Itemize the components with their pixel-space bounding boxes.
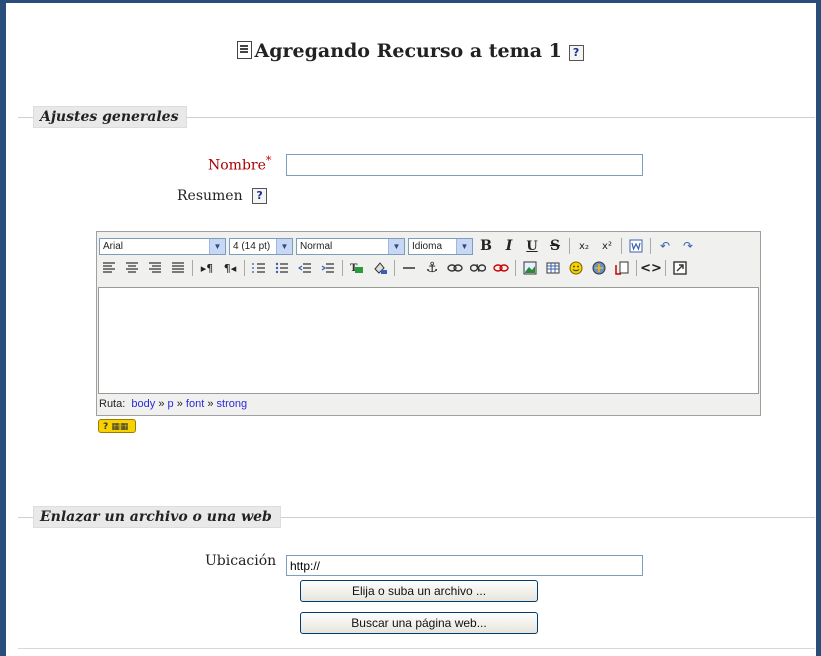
- outdent-icon[interactable]: [295, 258, 315, 278]
- chevron-down-icon: ▼: [209, 238, 225, 254]
- resource-icon: [237, 41, 253, 59]
- font-size-select[interactable]: 4 (14 pt) ▼: [229, 237, 293, 255]
- summary-label: Resumen ?: [177, 188, 268, 204]
- editor-content-area[interactable]: [98, 287, 759, 394]
- window-top-border: [0, 0, 821, 3]
- required-mark: *: [265, 154, 272, 167]
- chevron-down-icon: ▼: [388, 238, 404, 254]
- unlink-icon[interactable]: [468, 258, 488, 278]
- redo-icon[interactable]: ↷: [678, 236, 698, 256]
- align-left-icon[interactable]: [99, 258, 119, 278]
- search-replace-icon[interactable]: [612, 258, 632, 278]
- ordered-list-icon[interactable]: [249, 258, 269, 278]
- toolbar-separator: [394, 260, 395, 276]
- divider: [18, 648, 815, 649]
- bold-button[interactable]: B: [476, 236, 496, 256]
- font-family-select[interactable]: Arial ▼: [99, 237, 226, 255]
- table-icon[interactable]: [543, 258, 563, 278]
- indent-icon[interactable]: [318, 258, 338, 278]
- fullscreen-icon[interactable]: [670, 258, 690, 278]
- justify-icon[interactable]: [168, 258, 188, 278]
- html-source-icon[interactable]: <>: [640, 258, 662, 278]
- align-center-icon[interactable]: [122, 258, 142, 278]
- subscript-button[interactable]: x₂: [574, 236, 594, 256]
- align-right-icon[interactable]: [145, 258, 165, 278]
- editor-toolbar-row-2: ▸¶ ¶◂ T ⚓ <>: [99, 257, 690, 279]
- page-title-text: Agregando Recurso a tema 1: [254, 40, 562, 62]
- text-color-icon[interactable]: T: [347, 258, 367, 278]
- language-select[interactable]: Idioma ▼: [408, 237, 473, 255]
- window-right-border: [816, 0, 821, 656]
- summary-help-icon[interactable]: ?: [252, 188, 268, 204]
- image-icon[interactable]: [520, 258, 540, 278]
- section-legend-link: Enlazar un archivo o una web: [33, 506, 281, 528]
- chevron-down-icon: ▼: [276, 238, 292, 254]
- choose-file-button[interactable]: Elija o suba un archivo ...: [300, 580, 538, 602]
- html-editor: Arial ▼ 4 (14 pt) ▼ Normal ▼ Idioma ▼ B I U …: [96, 231, 761, 416]
- path-separator: »: [207, 398, 214, 410]
- keyboard-help-icon[interactable]: ? ▦▦: [98, 419, 136, 433]
- editor-status-path: Ruta: body » p » font » strong: [99, 398, 247, 410]
- toolbar-separator: [621, 238, 622, 254]
- path-label: Ruta:: [99, 398, 126, 410]
- superscript-button[interactable]: x²: [597, 236, 617, 256]
- underline-button[interactable]: U: [522, 236, 542, 256]
- path-strong-link[interactable]: strong: [217, 398, 248, 410]
- location-label: Ubicación: [205, 553, 277, 569]
- no-link-icon[interactable]: [491, 258, 511, 278]
- italic-button[interactable]: I: [499, 236, 519, 256]
- search-web-button[interactable]: Buscar una página web...: [300, 612, 538, 634]
- toolbar-separator: [192, 260, 193, 276]
- path-separator: »: [158, 398, 165, 410]
- window-left-border: [0, 0, 6, 656]
- name-label: Nombre*: [208, 154, 272, 174]
- strikethrough-button[interactable]: S: [545, 236, 565, 256]
- path-body-link[interactable]: body: [131, 398, 155, 410]
- smiley-icon[interactable]: [566, 258, 586, 278]
- paste-word-icon[interactable]: [626, 236, 646, 256]
- section-legend-general: Ajustes generales: [33, 106, 188, 128]
- anchor-icon[interactable]: ⚓: [422, 258, 442, 278]
- link-icon[interactable]: [445, 258, 465, 278]
- name-input[interactable]: [286, 154, 643, 176]
- location-input[interactable]: [286, 555, 643, 576]
- toolbar-separator: [665, 260, 666, 276]
- unordered-list-icon[interactable]: [272, 258, 292, 278]
- editor-toolbar-row-1: Arial ▼ 4 (14 pt) ▼ Normal ▼ Idioma ▼ B I U …: [99, 235, 698, 257]
- horizontal-rule-icon[interactable]: [399, 258, 419, 278]
- toolbar-separator: [636, 260, 637, 276]
- help-icon[interactable]: ?: [568, 45, 584, 61]
- toolbar-separator: [569, 238, 570, 254]
- moodle-media-icon[interactable]: [589, 258, 609, 278]
- page-title: Agregando Recurso a tema 1 ?: [0, 40, 821, 62]
- format-select[interactable]: Normal ▼: [296, 237, 405, 255]
- toolbar-separator: [650, 238, 651, 254]
- path-font-link[interactable]: font: [186, 398, 204, 410]
- toolbar-separator: [244, 260, 245, 276]
- undo-icon[interactable]: ↶: [655, 236, 675, 256]
- path-p-link[interactable]: p: [168, 398, 174, 410]
- toolbar-separator: [515, 260, 516, 276]
- path-separator: »: [176, 398, 183, 410]
- chevron-down-icon: ▼: [456, 238, 472, 254]
- background-color-icon[interactable]: [370, 258, 390, 278]
- toolbar-separator: [342, 260, 343, 276]
- ltr-icon[interactable]: ▸¶: [197, 258, 217, 278]
- rtl-icon[interactable]: ¶◂: [220, 258, 240, 278]
